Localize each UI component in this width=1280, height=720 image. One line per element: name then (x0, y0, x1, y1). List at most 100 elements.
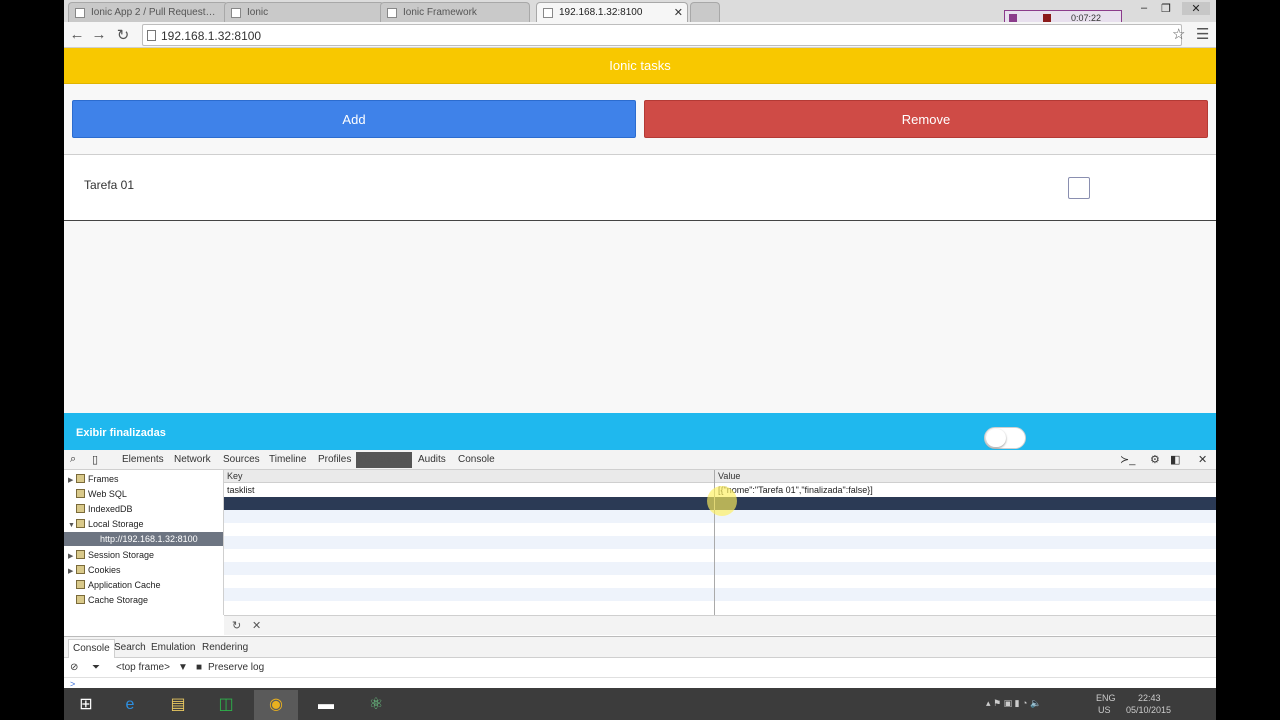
drawer-tab-search[interactable]: Search (114, 642, 146, 653)
filter-icon[interactable]: ⏷ (92, 662, 100, 673)
table-row (224, 575, 1216, 588)
cursor-highlight (707, 486, 737, 516)
page-icon (543, 8, 553, 18)
start-icon[interactable]: ⊞ (64, 690, 108, 720)
devtools-toolbar: ⌕ ▯ Elements Network Sources Timeline Pr… (64, 450, 1216, 470)
inspect-search-icon[interactable]: ⌕ (70, 453, 76, 466)
new-tab-button[interactable] (690, 2, 720, 22)
remove-button[interactable]: Remove (644, 100, 1208, 138)
browser-toolbar: ← → ↻ 192.168.1.32:8100 ☆ ☰ (64, 22, 1216, 48)
restore-icon[interactable]: ❐ (1152, 2, 1180, 15)
tree-item-web-sql[interactable]: Web SQL (68, 487, 127, 501)
favicon-icon (231, 8, 241, 18)
storage-icon (76, 519, 85, 528)
drawer-tab-console[interactable]: Console (68, 639, 115, 658)
language-label[interactable]: ENG (1096, 693, 1116, 703)
page-title: Ionic tasks (64, 48, 1216, 84)
tree-item-cache-storage[interactable]: Cache Storage (68, 593, 148, 607)
preserve-log-checkbox[interactable]: ■ (196, 662, 202, 673)
table-row (224, 523, 1216, 536)
table-row (224, 562, 1216, 575)
footer-bar: Exibir finalizadas (64, 413, 1216, 450)
drawer-tabs: Console Search Emulation Rendering (64, 636, 1216, 658)
menu-icon[interactable]: ☰ (1196, 25, 1209, 43)
browser-tab[interactable]: Ionic (224, 2, 384, 22)
file-explorer-icon[interactable]: ▤ (156, 690, 200, 720)
tree-item-origin[interactable]: http://192.168.1.32:8100 (64, 532, 223, 546)
console-drawer-icon[interactable]: ≻_ (1120, 453, 1135, 466)
store-icon[interactable]: ◫ (204, 690, 248, 720)
task-checkbox[interactable] (1068, 177, 1090, 199)
tab-resources[interactable]: Resources (356, 452, 412, 468)
terminal-icon[interactable]: ▬ (304, 690, 348, 720)
reload-icon[interactable]: ↻ (114, 26, 132, 44)
browser-tab-active[interactable]: 192.168.1.32:8100 ✕ (536, 2, 688, 22)
dock-icon[interactable]: ◧ (1170, 453, 1180, 466)
address-bar[interactable]: 192.168.1.32:8100 (142, 24, 1182, 46)
app-page: Ionic tasks Add Remove Tarefa 01 (64, 48, 1216, 413)
table-row (224, 601, 1216, 614)
stop-icon[interactable] (1043, 14, 1051, 22)
tree-item-frames[interactable]: ▶ Frames (68, 472, 119, 486)
clock-date: 05/10/2015 (1126, 705, 1172, 715)
clear-console-icon[interactable]: ⊘ (70, 662, 78, 673)
resources-sidebar: ▶ Frames Web SQL IndexedDB ▼ Local Storage… (64, 470, 224, 615)
forward-icon[interactable]: → (90, 26, 108, 43)
tab-network[interactable]: Network (174, 454, 211, 465)
database-icon (76, 504, 85, 513)
tab-console[interactable]: Console (458, 454, 495, 465)
device-mode-icon[interactable]: ▯ (92, 453, 98, 466)
footer-label: Exibir finalizadas (76, 427, 166, 439)
tab-audits[interactable]: Audits (418, 454, 446, 465)
tab-elements[interactable]: Elements (122, 454, 164, 465)
drawer-tab-emulation[interactable]: Emulation (151, 642, 195, 653)
preserve-log-label: Preserve log (208, 662, 265, 673)
tab-timeline[interactable]: Timeline (269, 454, 306, 465)
chevron-down-icon[interactable]: ▼ (178, 662, 188, 673)
folder-icon (76, 474, 85, 483)
row-value: [{"nome":"Tarefa 01","finalizada":false}… (718, 485, 873, 495)
tray-icons[interactable]: ▴ ⚑ ▣ ▮ ◔ 🔈 (986, 698, 1041, 709)
frame-selector[interactable]: <top frame> (116, 662, 170, 673)
gear-icon[interactable]: ⚙ (1150, 453, 1160, 466)
close-icon[interactable]: ✕ (1198, 453, 1207, 466)
show-finished-toggle[interactable] (984, 427, 1026, 449)
tree-item-indexeddb[interactable]: IndexedDB (68, 502, 133, 516)
close-icon[interactable]: ✕ (1182, 2, 1210, 15)
atom-icon[interactable]: ⚛ (354, 690, 398, 720)
tab-close-icon[interactable]: ✕ (674, 6, 683, 19)
add-button[interactable]: Add (72, 100, 636, 138)
table-row (224, 549, 1216, 562)
window-controls: – ❐ ✕ (1130, 0, 1216, 18)
system-tray: ▴ ⚑ ▣ ▮ ◔ 🔈 ENG US 22:43 05/10/2015 (986, 692, 1206, 720)
storage-icon (76, 550, 85, 559)
table-row (224, 536, 1216, 549)
browser-tab[interactable]: Ionic App 2 / Pull Request… (68, 2, 228, 22)
clock-time[interactable]: 22:43 (1138, 693, 1161, 703)
windows-taskbar: ⊞ e ▤ ◫ ◉ ▬ ⚛ ▴ ⚑ ▣ ▮ ◔ 🔈 ENG US 22:43 0… (64, 688, 1216, 720)
region-label: US (1098, 705, 1111, 715)
devtools-panel: ⌕ ▯ Elements Network Sources Timeline Pr… (64, 450, 1216, 689)
tab-sources[interactable]: Sources (223, 454, 260, 465)
bookmark-star-icon[interactable]: ☆ (1172, 25, 1185, 43)
cookie-icon (76, 565, 85, 574)
grid-header: Key Value (224, 470, 1216, 483)
task-name: Tarefa 01 (84, 178, 135, 192)
tree-item-local-storage[interactable]: ▼ Local Storage (68, 517, 144, 531)
tab-profiles[interactable]: Profiles (318, 454, 351, 465)
delete-icon[interactable]: ✕ (252, 619, 261, 632)
column-value[interactable]: Value (718, 471, 740, 481)
internet-explorer-icon[interactable]: e (108, 690, 152, 720)
tree-item-cookies[interactable]: ▶ Cookies (68, 563, 121, 577)
row-key: tasklist (227, 485, 255, 495)
back-icon[interactable]: ← (68, 26, 86, 43)
tree-item-session-storage[interactable]: ▶ Session Storage (68, 548, 154, 562)
column-key[interactable]: Key (227, 471, 243, 481)
drawer-tab-rendering[interactable]: Rendering (202, 642, 248, 653)
task-list: Tarefa 01 (64, 154, 1216, 221)
favicon-icon (387, 8, 397, 18)
tree-item-application-cache[interactable]: Application Cache (68, 578, 161, 592)
browser-tab[interactable]: Ionic Framework (380, 2, 530, 22)
chrome-icon[interactable]: ◉ (254, 690, 298, 720)
refresh-icon[interactable]: ↻ (232, 619, 241, 632)
